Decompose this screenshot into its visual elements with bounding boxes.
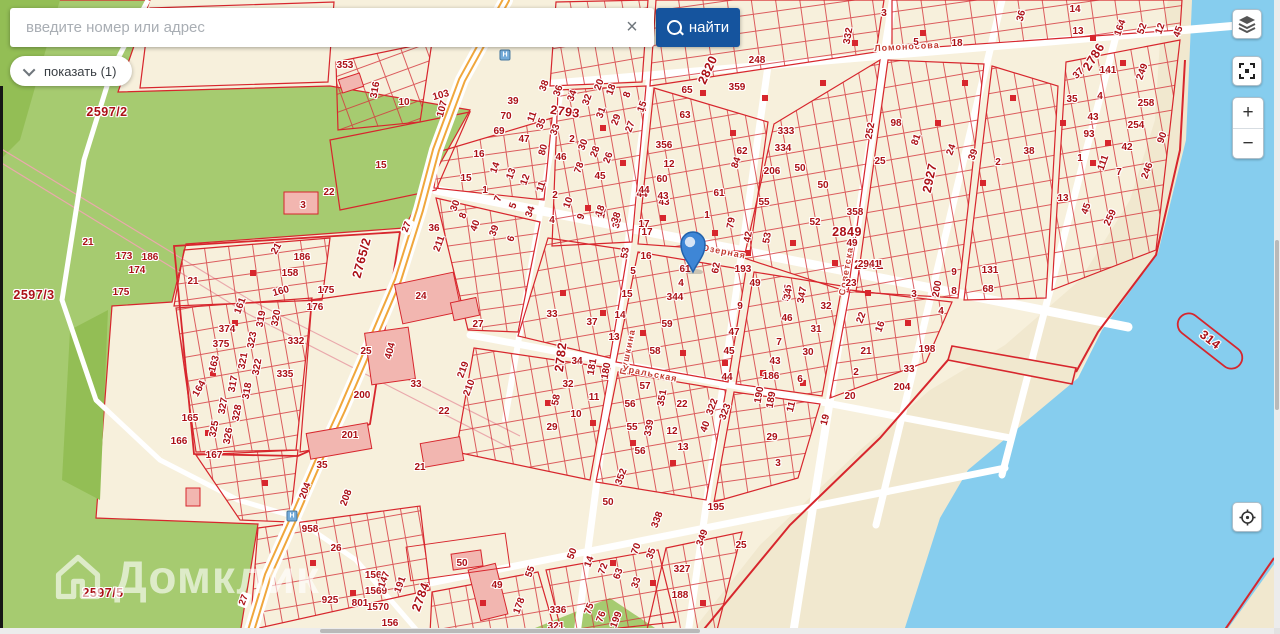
search-box: × [10, 8, 654, 47]
horizontal-scrollbar-thumb[interactable] [320, 629, 700, 633]
map-page: 2597/2 2597/3 2597/5 2765/2 2782 2793 2820 2786… [0, 0, 1280, 634]
vertical-scrollbar-thumb[interactable] [1275, 240, 1279, 410]
search-input[interactable] [10, 8, 654, 47]
scrollbar-corner [1274, 628, 1280, 634]
show-results-button[interactable]: показать (1) [10, 56, 133, 86]
center-frame-icon [1239, 63, 1255, 79]
center-map-button[interactable] [1232, 56, 1262, 86]
search-bar: × найти [10, 8, 740, 47]
clear-search-button[interactable]: × [616, 8, 648, 47]
layers-icon [1238, 16, 1256, 33]
layers-button[interactable] [1232, 9, 1262, 39]
zoom-in-button[interactable]: + [1233, 98, 1263, 128]
map-canvas[interactable] [0, 0, 1280, 634]
location-marker[interactable] [670, 222, 718, 274]
locate-me-button[interactable] [1232, 502, 1262, 532]
geolocation-icon [1239, 509, 1255, 525]
show-results-label: показать (1) [44, 63, 117, 79]
find-button[interactable]: найти [656, 8, 740, 47]
zoom-controls: + − [1232, 97, 1264, 159]
vertical-scrollbar[interactable] [1274, 0, 1280, 628]
chevron-down-icon [22, 63, 36, 76]
horizontal-scrollbar[interactable] [0, 628, 1274, 634]
zoom-out-button[interactable]: − [1233, 129, 1263, 159]
find-button-label: найти [688, 19, 730, 36]
search-icon [666, 20, 682, 35]
map-edge-strip [0, 86, 3, 628]
